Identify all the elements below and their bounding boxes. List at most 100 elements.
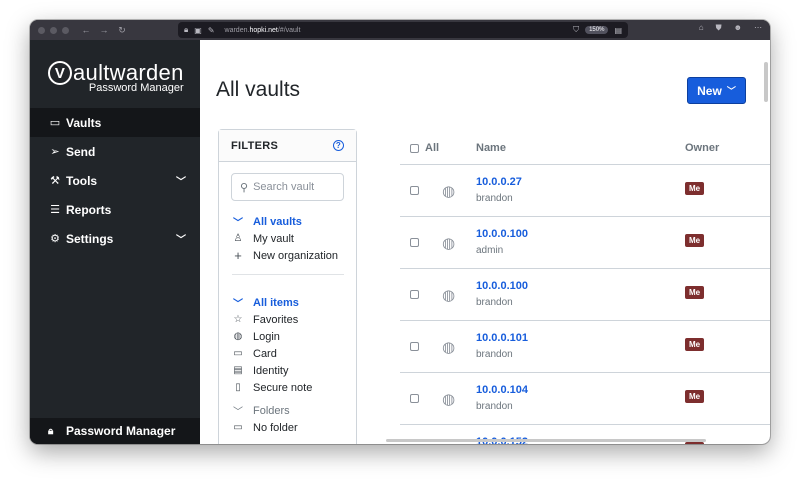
filter-card[interactable]: ▭ Card [232,345,352,362]
chevron-down-icon: ﹀ [233,299,243,310]
sidebar-nav: ▭ Vaults ➢ Send ⚒ Tools ﹀ ☰ Reports ⚙ Se… [30,108,200,253]
reader-icon[interactable]: ▤ [614,26,622,35]
filter-new-organization[interactable]: + New organization [232,247,352,264]
product-switcher[interactable]: 🔒︎ Password Manager [30,418,200,444]
row-checkbox[interactable] [410,238,419,247]
main-content: All vaults New ﹀ FILTERS ? ⚲ Search vaul… [200,40,770,444]
table-row[interactable]: ◍ 10.0.0.104 brandon Me [400,373,770,425]
filter-label: New organization [253,249,338,262]
lock-icon: 🔒︎ [48,425,54,437]
item-username: admin [476,245,504,256]
help-icon[interactable]: ? [333,140,344,151]
column-name[interactable]: Name [476,142,506,154]
browser-window: ← → ↻ 🔒︎ ▣ ✎ warden.hopki.net/#/vault ⛉ … [30,20,770,444]
vault-filter-list: ﹀ All vaults ♙ My vault + New organizati… [232,213,352,264]
product-switcher-label: Password Manager [66,424,176,438]
horizontal-scrollbar[interactable] [386,439,706,442]
column-owner[interactable]: Owner [685,142,719,154]
item-username: brandon [476,349,513,360]
item-name-link[interactable]: 10.0.0.27 [476,176,522,188]
permissions-icon[interactable]: ✎ [208,26,215,35]
table-row[interactable]: ◍ 10.0.0.101 brandon Me [400,321,770,373]
user-icon: ♙ [233,233,243,244]
send-icon: ➢ [50,146,60,158]
sidebar-item-label: Reports [66,202,112,217]
vertical-scrollbar[interactable] [764,62,768,102]
item-username: brandon [476,297,513,308]
sidebar-item-reports[interactable]: ☰ Reports [30,195,200,224]
select-all-checkbox[interactable] [410,143,419,153]
folder-filter-list: ﹀ Folders ▭ No folder [232,402,352,436]
pocket-icon[interactable]: ⌂ [699,23,704,33]
menu-icon[interactable]: ⋯ [754,23,762,33]
filter-secure-note[interactable]: ▯ Secure note [232,379,352,396]
select-all[interactable]: All [410,142,439,154]
folder-icon: ▭ [233,422,243,433]
filter-favorites[interactable]: ☆ Favorites [232,311,352,328]
filter-label: Card [253,347,277,360]
table-row[interactable]: ◍ 10.0.0.100 brandon Me [400,269,770,321]
bitwarden-extension-icon[interactable]: ⛊ [716,23,722,33]
filter-label: All items [253,296,299,309]
search-icon: ⚲ [240,181,249,194]
filter-login[interactable]: ◍ Login [232,328,352,345]
row-checkbox[interactable] [410,394,419,403]
table-row[interactable]: ◍ 10.0.0.100 admin Me [400,217,770,269]
item-name-link[interactable]: 10.0.0.104 [476,384,528,396]
globe-icon: ◍ [442,391,456,408]
sidebar-item-vaults[interactable]: ▭ Vaults [30,108,200,137]
owner-badge: Me [685,286,705,299]
note-icon: ▯ [235,382,241,393]
lock-icon: 🔒︎ [184,25,189,34]
row-checkbox[interactable] [410,342,419,351]
owner-badge: Me [685,338,705,351]
chevron-down-icon: ﹀ [233,218,243,229]
vaultwarden-logo[interactable]: Vaultwarden Password Manager [48,60,184,94]
filter-all-vaults[interactable]: ﹀ All vaults [232,213,352,230]
filter-label: All vaults [253,215,302,228]
url-bar[interactable]: 🔒︎ ▣ ✎ warden.hopki.net/#/vault ⛉ 150% ▤ [178,22,628,38]
new-button-label: New [697,83,722,98]
shield-icon[interactable]: ⛉ [573,25,579,35]
zoom-level[interactable]: 150% [585,26,609,34]
sidebar-item-settings[interactable]: ⚙ Settings ﹀ [30,224,200,253]
back-arrow-icon[interactable]: ← [79,25,93,36]
divider [232,274,344,275]
reload-icon[interactable]: ↻ [115,25,129,36]
row-checkbox[interactable] [410,186,419,195]
item-name-link[interactable]: 10.0.0.100 [476,228,528,240]
owner-badge: Me [685,442,705,444]
logo-v-mark: V [48,61,72,85]
sidebar-item-label: Send [66,144,96,159]
filters-heading: FILTERS [231,139,279,152]
sidebar-item-send[interactable]: ➢ Send [30,137,200,166]
filter-all-items[interactable]: ﹀ All items [232,294,352,311]
filter-no-folder[interactable]: ▭ No folder [232,419,352,436]
row-checkbox[interactable] [410,290,419,299]
filter-folders-header[interactable]: ﹀ Folders [232,402,352,419]
new-button[interactable]: New ﹀ [687,77,746,104]
sidebar: Vaultwarden Password Manager ▭ Vaults ➢ … [30,40,200,444]
settings-icon: ⚙ [50,233,60,245]
filter-identity[interactable]: ▤ Identity [232,362,352,379]
minimize-window-button[interactable] [50,26,57,34]
maximize-window-button[interactable] [62,26,69,34]
search-vault-input[interactable]: ⚲ Search vault [231,173,344,201]
plus-icon: + [234,248,242,263]
sidebar-item-label: Tools [66,173,98,188]
tools-icon: ⚒ [50,175,60,187]
item-name-link[interactable]: 10.0.0.100 [476,280,528,292]
filter-my-vault[interactable]: ♙ My vault [232,230,352,247]
globe-icon: ◍ [442,235,456,252]
extension-icon[interactable]: ☻ [734,23,742,33]
sidebar-item-tools[interactable]: ⚒ Tools ﹀ [30,166,200,195]
item-name-link[interactable]: 10.0.0.101 [476,332,528,344]
column-all: All [425,142,440,154]
window-controls [38,26,69,34]
page-info-icon[interactable]: ▣ [194,26,202,35]
close-window-button[interactable] [38,26,45,34]
search-placeholder: Search vault [253,181,315,193]
table-row[interactable]: ◍ 10.0.0.27 brandon Me [400,165,770,217]
filter-label: Favorites [253,313,299,326]
forward-arrow-icon[interactable]: → [97,25,111,36]
